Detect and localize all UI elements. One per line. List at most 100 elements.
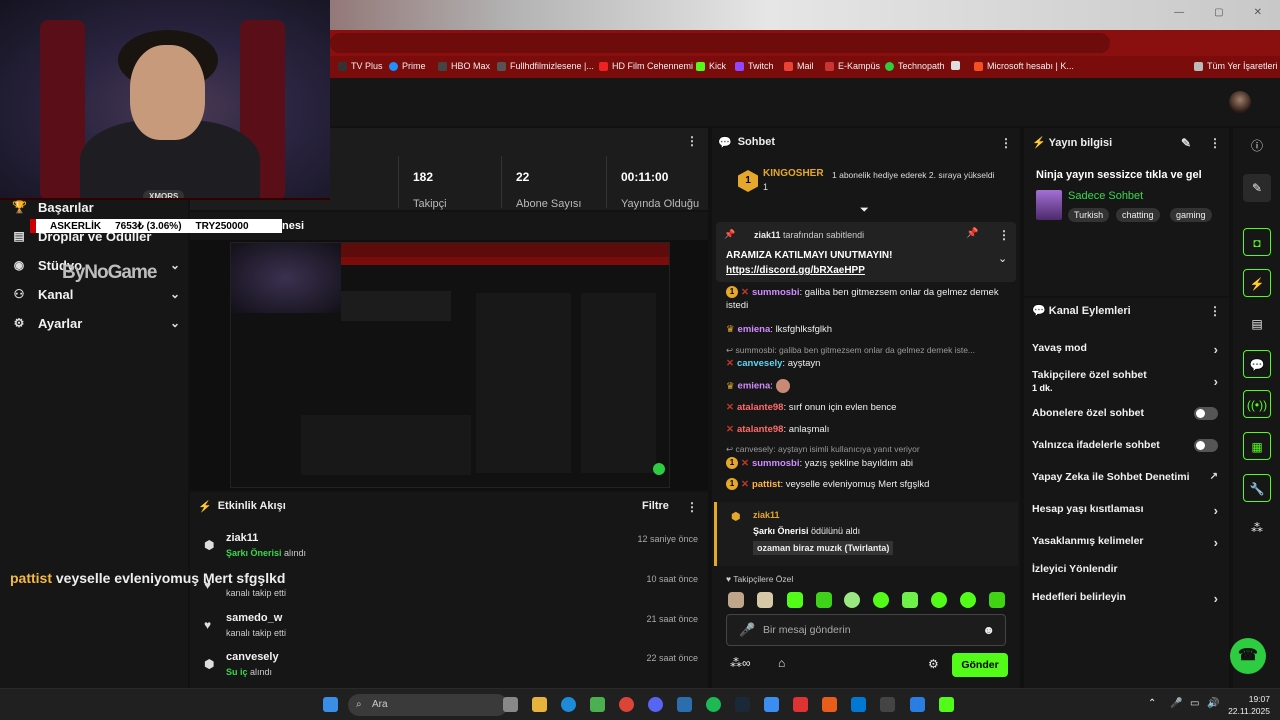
windows-start-icon[interactable]: [323, 697, 338, 712]
action-goals[interactable]: Hedefleri belirleyin ›: [1032, 591, 1222, 606]
more-icon[interactable]: ⋮: [1209, 304, 1221, 318]
toggle-switch[interactable]: [1194, 407, 1218, 420]
camera-icon[interactable]: ◘: [1243, 228, 1271, 256]
action-raid[interactable]: İzleyici Yönlendir: [1032, 563, 1222, 575]
wrench-icon[interactable]: 🔧: [1243, 474, 1271, 502]
pinned-link[interactable]: https://discord.gg/bRXaeHPP: [726, 265, 865, 276]
bookmark-all[interactable]: Tüm Yer İşaretleri: [1194, 61, 1278, 71]
outlook-icon[interactable]: [851, 697, 866, 712]
info-icon[interactable]: ⓘ: [1243, 132, 1271, 160]
action-slow-mode[interactable]: Yavaş mod ›: [1032, 342, 1222, 357]
spotify-icon[interactable]: [706, 697, 721, 712]
chevron-down-icon[interactable]: ⌄: [998, 252, 1007, 265]
action-account-age[interactable]: Hesap yaşı kısıtlaması ›: [1032, 503, 1222, 518]
mic-icon[interactable]: 🎤: [1170, 698, 1182, 709]
hype-user[interactable]: KINGOSHER: [763, 168, 824, 179]
avatar[interactable]: [1229, 91, 1251, 113]
edge-icon[interactable]: [561, 697, 576, 712]
bookmark[interactable]: HBO Max: [438, 61, 490, 71]
broadcast-icon[interactable]: ((•)): [1243, 390, 1271, 418]
filter-button[interactable]: Filtre: [642, 500, 669, 512]
url-field[interactable]: [330, 33, 1110, 53]
chrome-icon[interactable]: [619, 697, 634, 712]
bookmark[interactable]: Fullhdfilmizlesene |...: [497, 61, 594, 71]
stream-preview[interactable]: [190, 240, 708, 490]
action-banned-words[interactable]: Yasaklanmış kelimeler ›: [1032, 535, 1222, 550]
emote[interactable]: [873, 592, 889, 608]
reward-user[interactable]: ziak11: [753, 510, 780, 520]
bookmark[interactable]: Mail: [784, 61, 814, 71]
bookmark[interactable]: E-Kampüs: [825, 61, 880, 71]
bookmark[interactable]: Prime: [389, 61, 426, 71]
minimize-icon[interactable]: —: [1174, 7, 1184, 18]
obs-icon[interactable]: [939, 697, 954, 712]
notes-icon[interactable]: ▤: [1243, 310, 1271, 338]
bookmark[interactable]: Microsoft hesabı | K...: [974, 61, 1074, 71]
taskbar-search[interactable]: ⌕ Ara: [348, 694, 508, 716]
maximize-icon[interactable]: ▢: [1214, 7, 1223, 18]
chat-input[interactable]: 🎤 Bir mesaj gönderin ☻: [726, 614, 1006, 646]
more-icon[interactable]: ⋮: [1000, 136, 1012, 150]
app-icon[interactable]: [764, 697, 779, 712]
emote[interactable]: [787, 592, 803, 608]
chat-icon[interactable]: 💬: [1243, 350, 1271, 378]
window-controls[interactable]: — ▢ ✕: [1174, 7, 1262, 18]
emote[interactable]: [757, 592, 773, 608]
close-icon[interactable]: ✕: [1254, 7, 1262, 18]
unpin-icon[interactable]: 📌: [966, 228, 978, 239]
bookmark[interactable]: TV Plus: [338, 61, 383, 71]
task-view-icon[interactable]: [503, 697, 518, 712]
file-explorer-icon[interactable]: [532, 697, 547, 712]
bookmark[interactable]: Kick: [696, 61, 726, 71]
mic-icon[interactable]: 🎤: [739, 622, 755, 638]
action-ai-moderation[interactable]: Yapay Zeka ile Sohbet Denetimi ↗: [1032, 471, 1222, 483]
app-icon[interactable]: [910, 697, 925, 712]
bookmark[interactable]: Twitch: [735, 61, 774, 71]
app-icon[interactable]: [677, 697, 692, 712]
support-icon[interactable]: ☎: [1230, 638, 1266, 674]
layout-icon[interactable]: ▦: [1243, 432, 1271, 460]
activity-user[interactable]: samedo_w: [226, 612, 282, 624]
bolt-icon[interactable]: ⚡: [1243, 269, 1271, 297]
gear-icon[interactable]: ⚙: [928, 657, 939, 671]
emote[interactable]: [989, 592, 1005, 608]
emote[interactable]: [960, 592, 976, 608]
more-icon[interactable]: ⋮: [998, 228, 1010, 242]
volume-icon[interactable]: 🔊: [1207, 698, 1219, 709]
sidebar-item-settings[interactable]: ⚙ Ayarlar ⌄: [12, 312, 180, 334]
store-icon[interactable]: [590, 697, 605, 712]
emote[interactable]: [931, 592, 947, 608]
app-icon[interactable]: [793, 697, 808, 712]
emote[interactable]: [816, 592, 832, 608]
community-icon[interactable]: ⁂∞: [730, 656, 751, 670]
emoji-icon[interactable]: ☻: [982, 623, 995, 637]
bookmark[interactable]: Technopath: [885, 61, 945, 71]
bookmark[interactable]: HD Film Cehennemi: [599, 61, 693, 71]
more-icon[interactable]: ⋮: [1209, 136, 1221, 150]
activity-user[interactable]: ziak11: [226, 532, 258, 544]
edit-icon[interactable]: ✎: [1181, 136, 1191, 150]
collapse-icon[interactable]: ⏷: [860, 204, 869, 217]
store-icon[interactable]: ⌂: [778, 656, 785, 670]
more-icon[interactable]: ⋮: [686, 134, 698, 148]
emote[interactable]: [902, 592, 918, 608]
emote[interactable]: [728, 592, 744, 608]
bookmark[interactable]: [951, 61, 960, 70]
network-icon[interactable]: ▭: [1190, 698, 1199, 709]
send-button[interactable]: Gönder: [952, 653, 1008, 677]
chevron-up-icon[interactable]: ⌃: [1148, 698, 1156, 709]
discord-icon[interactable]: [648, 697, 663, 712]
edit-icon[interactable]: ✎: [1243, 174, 1271, 202]
activity-user[interactable]: canvesely: [226, 651, 279, 663]
toggle-switch[interactable]: [1194, 439, 1218, 452]
action-subscribers-only[interactable]: Abonelere özel sohbet: [1032, 407, 1222, 420]
app-icon[interactable]: [822, 697, 837, 712]
action-followers-only[interactable]: Takipçilere özel sohbet 1 dk. ›: [1032, 369, 1222, 393]
steam-icon[interactable]: [735, 697, 750, 712]
community-icon[interactable]: ⁂: [1243, 514, 1271, 542]
app-icon[interactable]: [880, 697, 895, 712]
emote[interactable]: [844, 592, 860, 608]
action-emote-only[interactable]: Yalnızca ifadelerle sohbet: [1032, 439, 1222, 452]
more-icon[interactable]: ⋮: [686, 500, 698, 514]
sidebar-item-channel[interactable]: ⚇ Kanal ⌄: [12, 283, 180, 305]
